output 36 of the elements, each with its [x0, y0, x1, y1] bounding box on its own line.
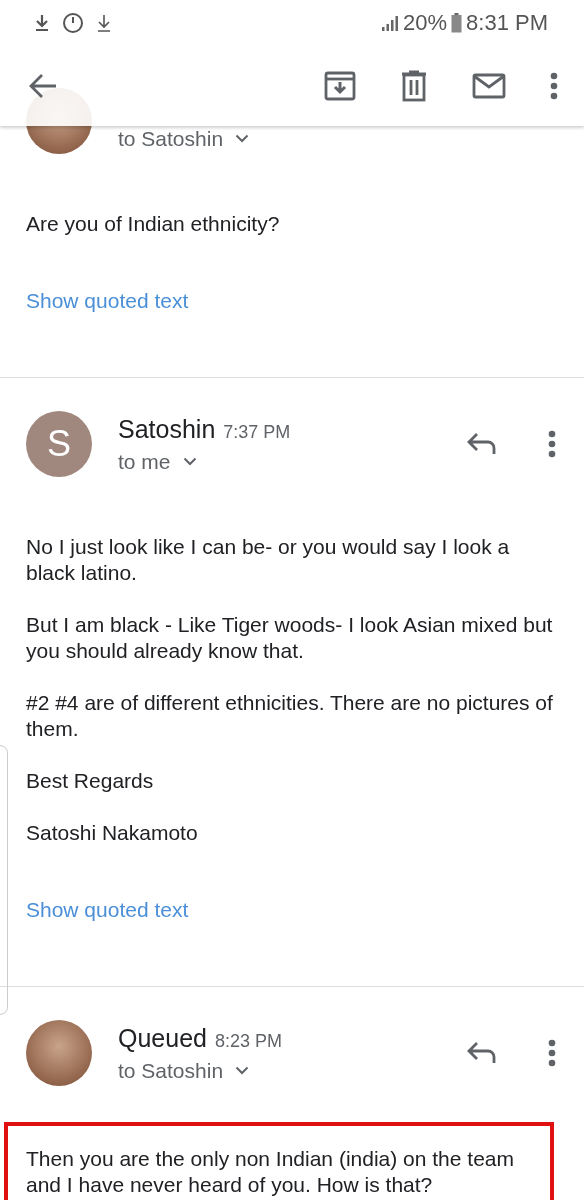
message-paragraph: Satoshi Nakamoto — [26, 820, 199, 846]
signal-icon — [381, 14, 399, 32]
chevron-down-icon[interactable] — [182, 457, 197, 466]
reply-icon[interactable] — [466, 1041, 496, 1065]
message-paragraph: Then you are the only non Indian (india) on the team and I have never heard of you. How is that? — [26, 1146, 515, 1198]
chevron-down-icon[interactable] — [235, 134, 250, 143]
mail-icon[interactable] — [472, 73, 506, 99]
delete-icon[interactable] — [400, 70, 428, 102]
message-paragraph: Are you of Indian ethnicity? — [26, 211, 281, 237]
message-paragraph: #2 #4 are of different ethnicities. There are no pictures of them. — [26, 690, 554, 742]
recipient-toggle[interactable]: to Satoshin — [118, 1058, 250, 1083]
battery-icon — [451, 13, 463, 33]
clock: 8:31 PM — [466, 10, 548, 36]
chevron-down-icon[interactable] — [235, 1066, 250, 1075]
more-icon[interactable] — [548, 430, 556, 458]
power-icon — [62, 12, 84, 34]
message-paragraph: But I am black - Like Tiger woods- I look Asian mixed but you should already know that. — [26, 612, 554, 664]
message-time: 8:23 PM — [214, 1030, 282, 1052]
battery-percent: 20% — [403, 10, 448, 36]
download-icon — [96, 14, 112, 32]
message-time: 7:37 PM — [223, 421, 291, 443]
message-paragraph: Best Regards — [26, 768, 155, 794]
recipient-toggle[interactable]: to Satoshin — [118, 126, 250, 151]
archive-icon[interactable] — [324, 71, 356, 101]
show-quoted-text-link[interactable]: Show quoted text — [26, 289, 189, 313]
avatar: S — [26, 411, 92, 477]
sender-name: Queued — [118, 1023, 207, 1053]
message-paragraph: No I just look like I can be- or you would say I look a black latino. — [26, 534, 511, 586]
reply-icon[interactable] — [466, 432, 496, 456]
sender-name: Satoshin — [118, 414, 216, 444]
download-icon — [34, 14, 50, 32]
back-icon[interactable] — [28, 73, 58, 99]
more-icon[interactable] — [550, 72, 558, 100]
show-quoted-text-link[interactable]: Show quoted text — [26, 898, 189, 922]
more-icon[interactable] — [548, 1039, 556, 1067]
recipient-toggle[interactable]: to me — [118, 449, 197, 474]
